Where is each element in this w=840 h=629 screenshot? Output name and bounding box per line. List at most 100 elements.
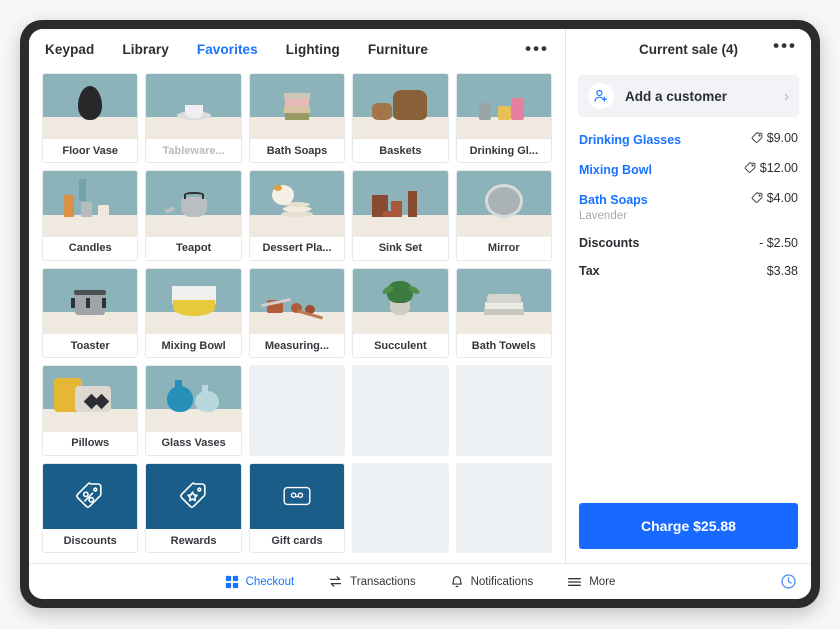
category-overflow-button[interactable]: ••• <box>525 40 549 57</box>
product-tile-label: Baskets <box>353 139 448 163</box>
action-tile-discounts[interactable]: Discounts <box>42 462 139 553</box>
charge-button[interactable]: Charge $25.88 <box>579 503 798 549</box>
product-tile[interactable]: Sink Set <box>352 170 449 261</box>
product-tile[interactable]: Pillows <box>42 365 139 456</box>
product-thumbnail <box>456 171 551 237</box>
product-tile[interactable]: Glass Vases <box>145 365 242 456</box>
nav-item-transactions[interactable]: Transactions <box>328 574 416 589</box>
sale-line-item[interactable]: Bath Soaps $4.00 Lavender <box>579 191 798 222</box>
tablet-screen: Keypad Library Favorites Lighting Furniture •… <box>29 29 811 599</box>
product-thumbnail <box>43 171 138 237</box>
person-plus-icon <box>588 83 614 109</box>
nav-item-checkout[interactable]: Checkout <box>225 575 295 589</box>
sale-line-item-amount: $12.00 <box>759 161 798 175</box>
sale-line-item-row: Tax $3.38 <box>579 264 798 278</box>
chevron-right-icon: › <box>784 87 789 105</box>
clock-icon[interactable] <box>780 573 797 590</box>
current-sale-pane: Current sale (4) ••• Add a customer › Dr <box>566 29 811 563</box>
nav-item-more[interactable]: More <box>567 576 615 588</box>
sale-header: Current sale (4) ••• <box>566 29 811 69</box>
product-thumbnail <box>456 268 551 335</box>
sale-line-item-variation: Lavender <box>579 210 627 222</box>
action-tile-rewards[interactable]: Rewards <box>145 462 242 553</box>
bell-icon <box>450 575 464 589</box>
product-tile-label: Mixing Bowl <box>146 334 241 358</box>
category-tab-keypad[interactable]: Keypad <box>45 42 94 57</box>
price-tag-icon <box>751 192 763 204</box>
product-tile[interactable]: Mirror <box>455 170 552 261</box>
product-tile[interactable]: Dessert Pla... <box>248 170 346 261</box>
sale-spacer <box>566 283 811 503</box>
product-tile-label: Drinking Gl... <box>456 139 551 163</box>
sale-line-item-row: Bath Soaps $4.00 <box>579 191 798 207</box>
hamburger-icon <box>567 576 582 588</box>
category-tab-favorites[interactable]: Favorites <box>197 42 258 57</box>
sale-line-item-amount-group: $12.00 <box>744 161 798 175</box>
nav-item-label: Checkout <box>245 575 295 588</box>
product-tile-empty <box>455 365 552 456</box>
product-tile[interactable]: Baskets <box>352 73 449 164</box>
sale-line-item-name: Tax <box>579 264 600 278</box>
product-tile-label: Sink Set <box>353 236 448 260</box>
product-thumbnail <box>146 366 241 432</box>
category-tab-library[interactable]: Library <box>122 42 168 57</box>
thumb-shelf <box>456 311 551 335</box>
thumb-shelf <box>146 409 241 432</box>
category-tab-lighting[interactable]: Lighting <box>286 42 340 57</box>
product-thumbnail <box>249 171 345 237</box>
add-customer-label: Add a customer <box>625 88 728 104</box>
product-grid: Floor Vase Tableware... Bath Soaps Baskets D… <box>29 69 565 563</box>
product-thumbnail <box>353 268 448 335</box>
nav-item-notifications[interactable]: Notifications <box>450 575 533 589</box>
thumb-shelf <box>43 117 138 140</box>
product-tile-label: Succulent <box>353 334 448 358</box>
thumb-shelf <box>146 117 241 140</box>
thumb-shelf <box>43 214 138 237</box>
product-tile-label: Measuring... <box>249 334 345 358</box>
category-tab-furniture[interactable]: Furniture <box>368 42 428 57</box>
gift-card-icon <box>249 463 345 529</box>
thumb-shelf <box>43 409 138 432</box>
product-tile[interactable]: Floor Vase <box>42 73 139 164</box>
sale-line-item-name: Bath Soaps <box>579 193 648 207</box>
sale-line-item[interactable]: Discounts - $2.50 <box>579 236 798 250</box>
product-tile-empty <box>455 462 552 553</box>
tablet-device-frame: Keypad Library Favorites Lighting Furniture •… <box>20 20 820 608</box>
product-tile-label: Mirror <box>456 236 551 260</box>
sale-line-item-amount: $3.38 <box>766 264 798 278</box>
product-tile-empty <box>352 462 449 553</box>
product-thumbnail <box>456 74 551 140</box>
product-tile[interactable]: Tableware... <box>145 73 242 164</box>
action-tile-gift-cards[interactable]: Gift cards <box>248 462 346 553</box>
product-tile[interactable]: Bath Soaps <box>248 73 346 164</box>
product-tile[interactable]: Measuring... <box>248 267 346 359</box>
product-tile[interactable]: Candles <box>42 170 139 261</box>
thumb-shelf <box>249 214 345 237</box>
product-thumbnail <box>146 268 241 335</box>
sale-line-item[interactable]: Tax $3.38 <box>579 264 798 278</box>
product-tile[interactable]: Teapot <box>145 170 242 261</box>
sale-line-item[interactable]: Mixing Bowl $12.00 <box>579 161 798 177</box>
product-tile-label: Bath Soaps <box>249 139 345 163</box>
product-thumbnail <box>43 74 138 140</box>
thumb-shelf <box>43 311 138 335</box>
product-tile[interactable]: Toaster <box>42 267 139 359</box>
thumb-shelf <box>353 311 448 335</box>
sale-line-item[interactable]: Drinking Glasses $9.00 <box>579 131 798 147</box>
product-tile[interactable]: Drinking Gl... <box>455 73 552 164</box>
sale-line-item-row: Mixing Bowl $12.00 <box>579 161 798 177</box>
catalog-pane: Keypad Library Favorites Lighting Furniture •… <box>29 29 566 563</box>
bottom-navigation-bar: Checkout Transactions Notifications More <box>29 563 811 599</box>
transfer-arrows-icon <box>328 574 343 589</box>
product-thumbnail <box>146 74 241 140</box>
thumb-shelf <box>146 214 241 237</box>
category-tab-bar: Keypad Library Favorites Lighting Furniture •… <box>29 29 565 69</box>
product-thumbnail <box>353 74 448 140</box>
product-tile[interactable]: Bath Towels <box>455 267 552 359</box>
thumb-shelf <box>353 214 448 237</box>
sale-overflow-button[interactable]: ••• <box>773 37 797 54</box>
product-tile[interactable]: Succulent <box>352 267 449 359</box>
add-customer-button[interactable]: Add a customer › <box>578 75 799 117</box>
product-tile[interactable]: Mixing Bowl <box>145 267 242 359</box>
sale-line-item-name: Discounts <box>579 236 640 250</box>
